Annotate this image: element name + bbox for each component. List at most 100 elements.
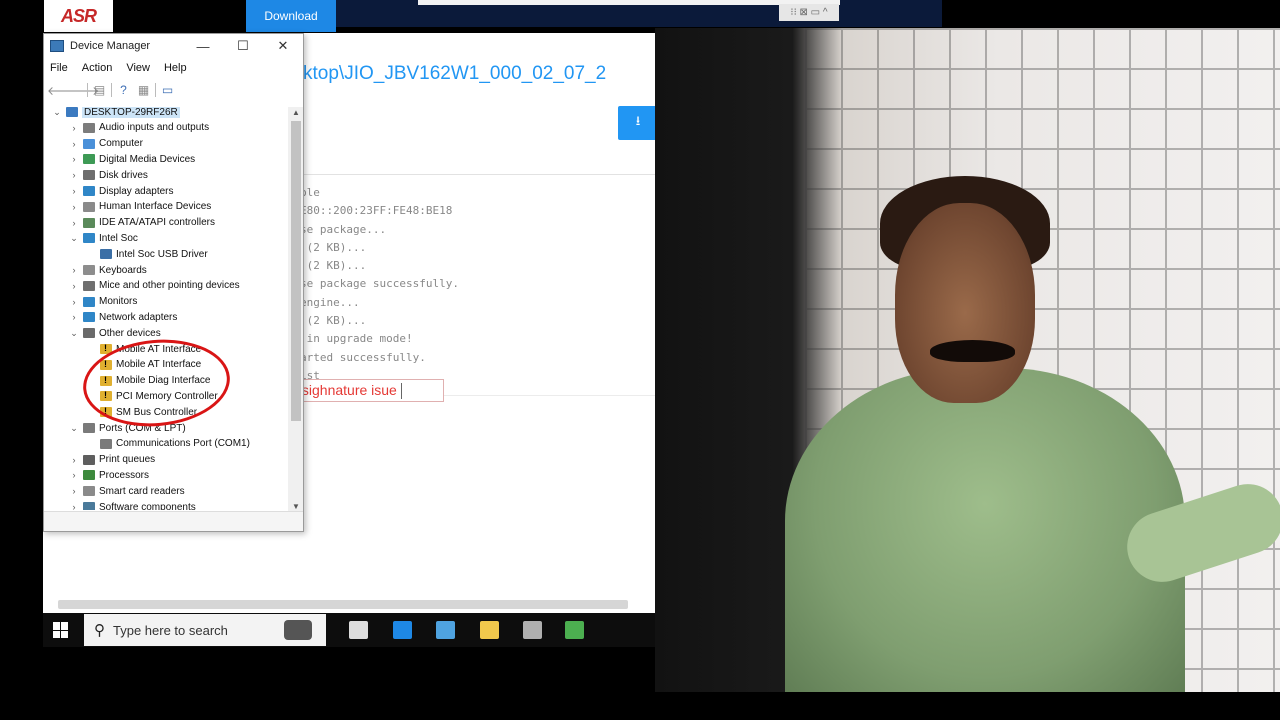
device-tool-icon[interactable] [523, 621, 542, 639]
tree-item[interactable]: › Human Interface Devices [44, 199, 288, 215]
tree-item[interactable]: › Digital Media Devices [44, 151, 288, 167]
tree-item[interactable]: › Software components [44, 499, 288, 510]
chevron-right-icon[interactable]: › [69, 470, 79, 480]
port-icon [83, 423, 95, 433]
chevron-down-icon[interactable]: ⌄ [52, 107, 62, 118]
tree-item[interactable]: › Network adapters [44, 309, 288, 325]
properties-icon[interactable]: ▤ [91, 83, 108, 97]
chevron-right-icon[interactable]: › [69, 186, 79, 196]
monitor-icon[interactable]: ▭ [159, 83, 176, 97]
tree-item[interactable]: › Keyboards [44, 262, 288, 278]
chevron-right-icon[interactable]: › [69, 502, 79, 510]
tree-item-label: Software components [99, 501, 196, 511]
grid-icon[interactable]: ▦ [135, 83, 152, 97]
menu-file[interactable]: File [44, 59, 76, 77]
tree-item[interactable]: › Print queues [44, 452, 288, 468]
divider [303, 174, 655, 175]
chevron-down-icon[interactable]: ⌄ [69, 423, 79, 434]
computer-icon [83, 138, 95, 149]
menu-action[interactable]: Action [76, 59, 121, 77]
tree-item[interactable]: › Processors [44, 467, 288, 483]
tree-item[interactable]: Communications Port (COM1) [44, 436, 288, 452]
processor-icon [83, 470, 95, 481]
chevron-right-icon[interactable]: › [69, 312, 79, 322]
back-icon[interactable]: 🡐 [47, 83, 79, 98]
tree-item[interactable]: Intel Soc USB Driver [44, 246, 288, 262]
tree-item[interactable]: › Disk drives [44, 167, 288, 183]
log-line: (2 KB)... [300, 240, 367, 254]
chevron-right-icon[interactable]: › [69, 154, 79, 164]
log-line: in upgrade mode! [300, 332, 413, 346]
software-icon [83, 502, 95, 510]
browser-icon[interactable] [393, 621, 412, 639]
chevron-right-icon[interactable]: › [69, 170, 79, 180]
vertical-scrollbar[interactable]: ▲ ▼ [288, 107, 303, 512]
log-line: E80::200:23FF:FE48:BE18 [300, 204, 453, 218]
tree-item[interactable]: › Mice and other pointing devices [44, 278, 288, 294]
tree-item[interactable]: › Audio inputs and outputs [44, 120, 288, 136]
tree-item-label: Digital Media Devices [99, 153, 196, 165]
hid-icon [83, 201, 95, 212]
disk-icon [83, 170, 95, 181]
taskbar-search[interactable]: ⚲ Type here to search [84, 614, 326, 646]
scroll-thumb[interactable] [291, 121, 301, 421]
chevron-right-icon[interactable]: › [69, 455, 79, 465]
tree-item[interactable]: › Smart card readers [44, 483, 288, 499]
title-bar[interactable]: Device Manager — ☐ ✕ [44, 34, 303, 58]
download-button[interactable]: ⭳ [618, 106, 655, 140]
task-view-icon[interactable] [349, 621, 368, 639]
toolbar-separator [155, 83, 156, 97]
camera-icon[interactable] [284, 620, 312, 640]
help-icon[interactable]: ? [115, 83, 132, 97]
taskbar: ⚲ Type here to search [43, 613, 655, 647]
tree-item-label: Intel Soc USB Driver [116, 248, 208, 260]
log-line: ble [300, 186, 320, 199]
chevron-right-icon[interactable]: › [69, 123, 79, 133]
close-button[interactable]: ✕ [263, 34, 303, 58]
horizontal-scrollbar[interactable] [58, 600, 628, 609]
menu-help[interactable]: Help [158, 59, 195, 77]
chevron-right-icon[interactable]: › [69, 218, 79, 228]
log-line: se package... [300, 222, 387, 236]
tree-item[interactable]: ⌄ Intel Soc [44, 230, 288, 246]
network-icon [83, 312, 95, 323]
tree-item-label: Mice and other pointing devices [99, 280, 240, 292]
chevron-right-icon[interactable]: › [69, 202, 79, 212]
tree-item[interactable]: › IDE ATA/ATAPI controllers [44, 215, 288, 231]
menu-view[interactable]: View [120, 59, 158, 77]
chevron-right-icon[interactable]: › [69, 265, 79, 275]
mini-window-controls[interactable]: ⁝⁝ ⊠ ▭ ^ [779, 4, 839, 21]
maximize-button[interactable]: ☐ [223, 34, 263, 58]
log-line: se package successfully. [300, 277, 459, 291]
tree-item-label: Human Interface Devices [99, 201, 212, 213]
download-tab[interactable]: Download [246, 0, 336, 32]
chevron-down-icon[interactable]: ⌄ [69, 233, 79, 244]
top-white-bar [418, 0, 840, 5]
computer-icon [66, 107, 78, 117]
log-line: (2 KB)... [300, 314, 367, 328]
person-moustache [930, 340, 1015, 362]
chevron-right-icon[interactable]: › [69, 139, 79, 149]
green-app-icon[interactable] [565, 621, 584, 639]
chevron-right-icon[interactable]: › [69, 281, 79, 291]
scroll-up-icon[interactable]: ▲ [288, 108, 303, 117]
scroll-down-icon[interactable]: ▼ [288, 502, 303, 511]
chevron-right-icon[interactable]: › [69, 486, 79, 496]
minimize-button[interactable]: — [183, 34, 223, 58]
file-explorer-icon[interactable] [480, 621, 499, 639]
tree-item[interactable]: › Computer [44, 136, 288, 152]
speaker-icon [83, 122, 95, 133]
port-icon [100, 438, 112, 449]
device-manager-window: Device Manager — ☐ ✕ File Action View He… [43, 33, 304, 532]
search-placeholder: Type here to search [113, 622, 228, 638]
tree-item[interactable]: ⌄ DESKTOP-29RF26R [44, 104, 288, 120]
files-app-icon[interactable] [436, 621, 455, 639]
card-reader-icon [83, 486, 95, 497]
windows-start-icon[interactable] [53, 622, 69, 638]
chevron-down-icon[interactable]: ⌄ [69, 328, 79, 339]
tree-item-label: IDE ATA/ATAPI controllers [99, 217, 215, 229]
tree-item[interactable]: › Monitors [44, 294, 288, 310]
chevron-right-icon[interactable]: › [69, 297, 79, 307]
tree-item[interactable]: › Display adapters [44, 183, 288, 199]
forward-icon[interactable]: 🡒 [67, 83, 99, 98]
